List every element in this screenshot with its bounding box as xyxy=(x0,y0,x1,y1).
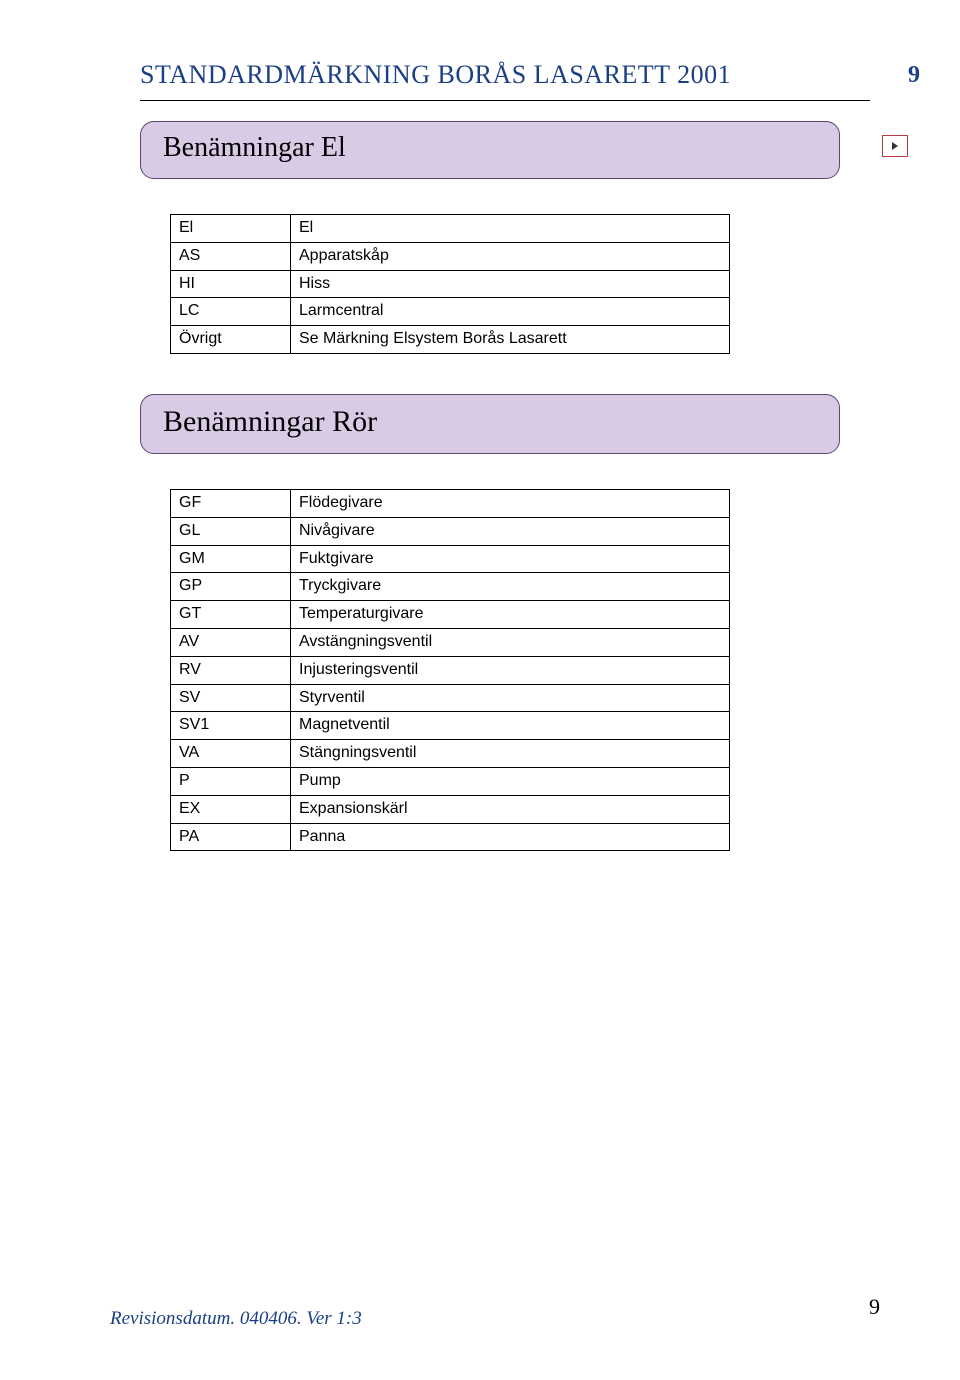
table-row: GMFuktgivare xyxy=(171,545,730,573)
label-cell: Styrventil xyxy=(291,684,730,712)
table-row: SVStyrventil xyxy=(171,684,730,712)
code-cell: VA xyxy=(171,740,291,768)
label-cell: Injusteringsventil xyxy=(291,656,730,684)
page-number-bottom: 9 xyxy=(869,1294,880,1320)
code-cell: EX xyxy=(171,795,291,823)
page-number-top: 9 xyxy=(908,62,920,89)
table-row: GLNivågivare xyxy=(171,517,730,545)
code-cell: El xyxy=(171,215,291,243)
section-title-box-el: Benämningar El xyxy=(140,121,840,179)
table-row: VAStängningsventil xyxy=(171,740,730,768)
page-header-title: STANDARDMÄRKNING BORÅS LASARETT 2001 xyxy=(140,60,731,89)
table-row: SV1Magnetventil xyxy=(171,712,730,740)
table-ror: GFFlödegivareGLNivågivareGMFuktgivareGPT… xyxy=(170,489,730,851)
code-cell: AS xyxy=(171,242,291,270)
header-rule xyxy=(140,100,870,101)
table-el: ElElASApparatskåpHIHissLCLarmcentralÖvri… xyxy=(170,214,730,354)
label-cell: Hiss xyxy=(291,270,730,298)
footer-revision: Revisionsdatum. 040406. Ver 1:3 xyxy=(110,1308,362,1330)
table-row: EXExpansionskärl xyxy=(171,795,730,823)
code-cell: PA xyxy=(171,823,291,851)
table-row: PAPanna xyxy=(171,823,730,851)
section-title-box-ror: Benämningar Rör xyxy=(140,394,840,454)
code-cell: HI xyxy=(171,270,291,298)
table-row: HIHiss xyxy=(171,270,730,298)
table-row: AVAvstängningsventil xyxy=(171,628,730,656)
code-cell: AV xyxy=(171,628,291,656)
table-row: LCLarmcentral xyxy=(171,298,730,326)
label-cell: Fuktgivare xyxy=(291,545,730,573)
label-cell: Nivågivare xyxy=(291,517,730,545)
label-cell: Pump xyxy=(291,767,730,795)
code-cell: LC xyxy=(171,298,291,326)
code-cell: P xyxy=(171,767,291,795)
label-cell: El xyxy=(291,215,730,243)
code-cell: Övrigt xyxy=(171,326,291,354)
play-panel-icon xyxy=(882,135,908,157)
label-cell: Flödegivare xyxy=(291,489,730,517)
code-cell: GF xyxy=(171,489,291,517)
code-cell: SV xyxy=(171,684,291,712)
table-row: GTTemperaturgivare xyxy=(171,601,730,629)
label-cell: Larmcentral xyxy=(291,298,730,326)
code-cell: SV1 xyxy=(171,712,291,740)
label-cell: Tryckgivare xyxy=(291,573,730,601)
table-row: PPump xyxy=(171,767,730,795)
label-cell: Se Märkning Elsystem Borås Lasarett xyxy=(291,326,730,354)
code-cell: RV xyxy=(171,656,291,684)
section-title-ror: Benämningar Rör xyxy=(163,405,377,438)
label-cell: Apparatskåp xyxy=(291,242,730,270)
label-cell: Expansionskärl xyxy=(291,795,730,823)
label-cell: Magnetventil xyxy=(291,712,730,740)
label-cell: Avstängningsventil xyxy=(291,628,730,656)
label-cell: Stängningsventil xyxy=(291,740,730,768)
section-title-el: Benämningar El xyxy=(163,132,346,163)
table-row: GFFlödegivare xyxy=(171,489,730,517)
label-cell: Panna xyxy=(291,823,730,851)
code-cell: GL xyxy=(171,517,291,545)
table-row: RVInjusteringsventil xyxy=(171,656,730,684)
code-cell: GM xyxy=(171,545,291,573)
table-row: ASApparatskåp xyxy=(171,242,730,270)
table-row: ÖvrigtSe Märkning Elsystem Borås Lasaret… xyxy=(171,326,730,354)
table-row: ElEl xyxy=(171,215,730,243)
code-cell: GT xyxy=(171,601,291,629)
code-cell: GP xyxy=(171,573,291,601)
label-cell: Temperaturgivare xyxy=(291,601,730,629)
table-row: GPTryckgivare xyxy=(171,573,730,601)
